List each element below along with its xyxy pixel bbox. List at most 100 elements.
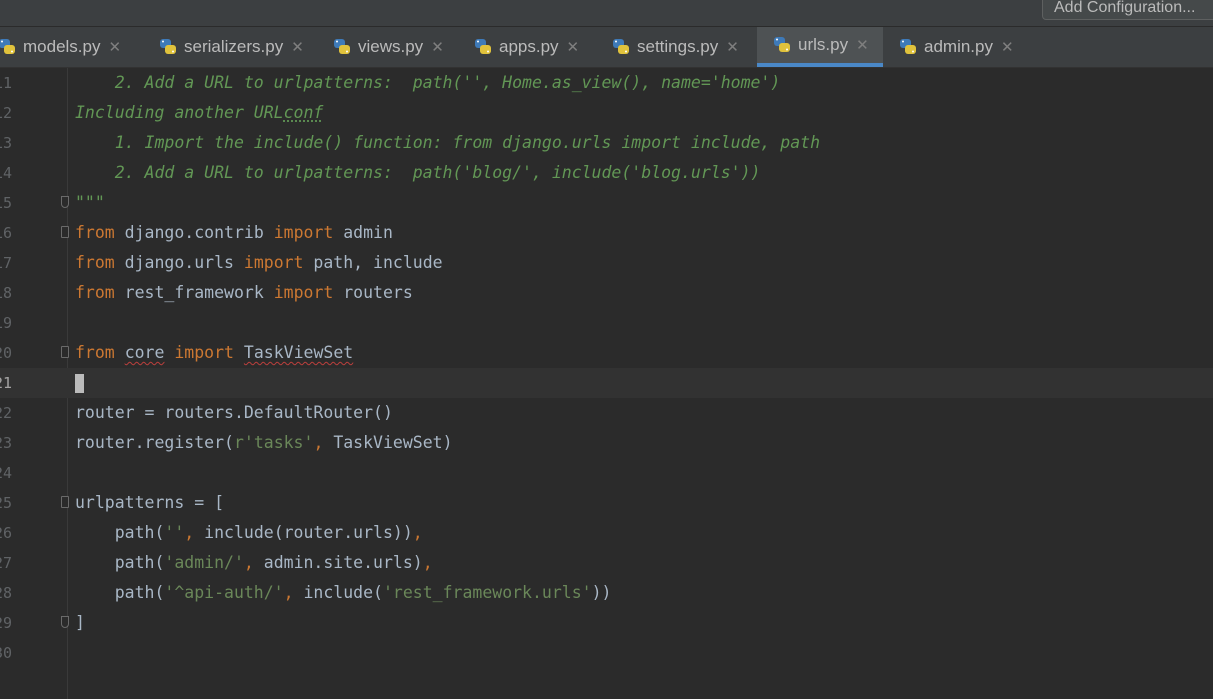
- python-file-icon: [774, 37, 790, 52]
- code-token: ,: [422, 553, 433, 572]
- code-text: 2. Add a URL to urlpatterns: path('', Ho…: [75, 68, 781, 98]
- tab-settings-py[interactable]: settings.py ✕: [611, 27, 757, 67]
- code-token: """: [75, 193, 105, 212]
- code-token: path(: [75, 553, 165, 572]
- current-code-line[interactable]: 21: [0, 368, 1213, 398]
- code-token: routers: [333, 283, 413, 302]
- code-line[interactable]: 15 """: [0, 188, 1213, 218]
- code-token: ,: [313, 433, 334, 452]
- python-file-icon: [613, 39, 629, 54]
- code-text: Including another URLconf: [75, 98, 323, 128]
- code-token: django.urls: [114, 253, 244, 272]
- python-file-icon: [0, 39, 15, 54]
- close-icon[interactable]: ✕: [1001, 38, 1014, 56]
- code-token: include(: [303, 583, 383, 602]
- tab-apps-py[interactable]: apps.py ✕: [473, 27, 598, 67]
- close-icon[interactable]: ✕: [108, 38, 121, 56]
- code-line[interactable]: 30: [0, 638, 1213, 668]
- line-number: 21: [0, 374, 13, 392]
- code-token: '^api-auth/': [164, 583, 284, 602]
- code-line[interactable]: 14 2. Add a URL to urlpatterns: path('bl…: [0, 158, 1213, 188]
- fold-start-marker[interactable]: [61, 346, 69, 358]
- code-line[interactable]: 20 from core import TaskViewSet: [0, 338, 1213, 368]
- code-token: conf: [283, 103, 324, 122]
- code-token: include(router.urls)): [204, 523, 413, 542]
- tab-admin-py[interactable]: admin.py ✕: [898, 27, 1033, 67]
- line-number: 14: [0, 164, 13, 182]
- close-icon[interactable]: ✕: [431, 38, 444, 56]
- close-icon[interactable]: ✕: [726, 38, 739, 56]
- code-line[interactable]: 16 from django.contrib import admin: [0, 218, 1213, 248]
- code-token: 2. Add a URL to urlpatterns: path('', Ho…: [75, 73, 781, 92]
- tab-urls-py[interactable]: urls.py ✕: [757, 27, 883, 67]
- line-number: 28: [0, 584, 13, 602]
- code-token: TaskViewSet): [333, 433, 453, 452]
- line-number: 24: [0, 464, 13, 482]
- code-line[interactable]: 22 router = routers.DefaultRouter(): [0, 398, 1213, 428]
- code-token: import: [273, 223, 334, 242]
- fold-start-marker[interactable]: [61, 496, 69, 508]
- code-line[interactable]: 25 urlpatterns = [: [0, 488, 1213, 518]
- python-file-icon: [160, 39, 176, 54]
- code-line[interactable]: 24: [0, 458, 1213, 488]
- line-number: 27: [0, 554, 13, 572]
- code-line[interactable]: 28 path('^api-auth/', include('rest_fram…: [0, 578, 1213, 608]
- line-number: 30: [0, 644, 13, 662]
- fold-start-marker[interactable]: [61, 226, 69, 238]
- line-number: 20: [0, 344, 13, 362]
- close-icon[interactable]: ✕: [291, 38, 304, 56]
- close-icon[interactable]: ✕: [567, 38, 580, 56]
- code-token: TaskViewSet: [243, 343, 354, 362]
- tab-label: serializers.py: [184, 37, 284, 56]
- line-number: 23: [0, 434, 13, 452]
- code-line[interactable]: 23 router.register(r'tasks', TaskViewSet): [0, 428, 1213, 458]
- tab-views-py[interactable]: views.py ✕: [332, 27, 462, 67]
- code-token: urlpatterns = [: [75, 493, 225, 512]
- code-token: path(: [75, 583, 165, 602]
- code-token: rest_framework: [114, 283, 274, 302]
- line-number: 13: [0, 134, 13, 152]
- code-token: core: [124, 343, 165, 362]
- code-text: from django.urls import path, include: [75, 248, 443, 278]
- navigation-toolbar: Add Configuration...: [0, 0, 1213, 27]
- tab-label: models.py: [23, 37, 101, 56]
- code-token: ,: [283, 583, 304, 602]
- code-token: django.contrib: [114, 223, 274, 242]
- line-number: 11: [0, 74, 13, 92]
- code-line[interactable]: 13 1. Import the include() function: fro…: [0, 128, 1213, 158]
- code-token: router.register(: [75, 433, 234, 452]
- code-text: router.register(r'tasks', TaskViewSet): [75, 428, 453, 458]
- code-token: 1. Import the include() function: from d…: [75, 133, 821, 152]
- add-configuration-button[interactable]: Add Configuration...: [1042, 0, 1213, 20]
- code-text: urlpatterns = [: [75, 488, 224, 518]
- fold-end-marker[interactable]: [61, 616, 69, 628]
- code-token: from: [75, 223, 115, 242]
- python-file-icon: [475, 39, 491, 54]
- line-number: 16: [0, 224, 13, 242]
- tab-label: apps.py: [499, 37, 559, 56]
- code-line[interactable]: 12 Including another URLconf: [0, 98, 1213, 128]
- tab-serializers-py[interactable]: serializers.py ✕: [158, 27, 323, 67]
- tab-models-py[interactable]: models.py ✕: [0, 27, 140, 67]
- code-token: admin.site.urls): [263, 553, 423, 572]
- code-line[interactable]: 17 from django.urls import path, include: [0, 248, 1213, 278]
- code-line[interactable]: 27 path('admin/', admin.site.urls),: [0, 548, 1213, 578]
- code-token: 2. Add a URL to urlpatterns: path('blog/…: [75, 163, 761, 182]
- code-line[interactable]: 18 from rest_framework import routers: [0, 278, 1213, 308]
- code-line[interactable]: 29]: [0, 608, 1213, 638]
- code-line[interactable]: 11 2. Add a URL to urlpatterns: path('',…: [0, 68, 1213, 98]
- code-text: ]: [75, 608, 85, 638]
- code-token: from: [75, 253, 115, 272]
- line-number: 22: [0, 404, 13, 422]
- fold-end-marker[interactable]: [61, 196, 69, 208]
- close-icon[interactable]: ✕: [856, 36, 869, 54]
- code-token: r'tasks': [233, 433, 314, 452]
- code-token: )): [591, 583, 612, 602]
- python-file-icon: [900, 39, 916, 54]
- tab-label: settings.py: [637, 37, 719, 56]
- code-line[interactable]: 19: [0, 308, 1213, 338]
- code-text: path('', include(router.urls)),: [75, 518, 423, 548]
- code-line[interactable]: 26 path('', include(router.urls)),: [0, 518, 1213, 548]
- code-editor[interactable]: 11 2. Add a URL to urlpatterns: path('',…: [0, 68, 1213, 699]
